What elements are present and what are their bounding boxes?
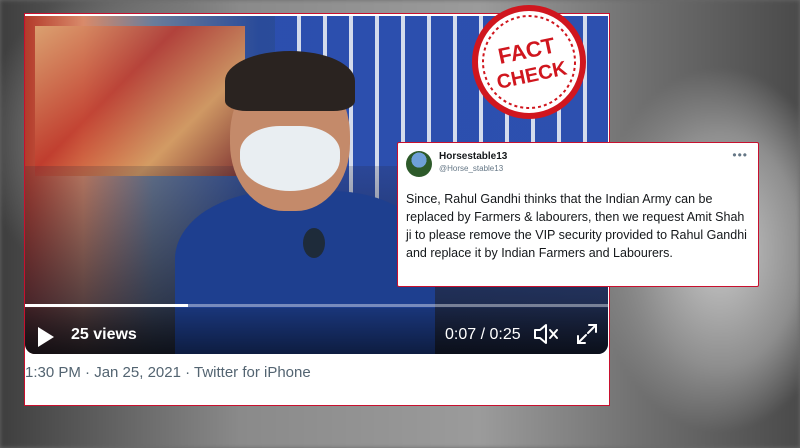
video-progress-fill (25, 304, 189, 307)
speaker-mask (240, 126, 340, 191)
speaker-hair (225, 51, 355, 111)
user-handle[interactable]: @Horse_stable13 (439, 164, 503, 173)
tweet-text: Since, Rahul Gandhi thinks that the Indi… (406, 192, 747, 260)
quoted-tweet-card[interactable]: Horsestable13 @Horse_stable13 ••• Since,… (397, 142, 759, 287)
fact-check-stamp: FACT CHECK (472, 5, 586, 119)
microphone (303, 228, 325, 258)
avatar[interactable] (406, 151, 432, 177)
play-icon[interactable] (38, 327, 54, 347)
display-name[interactable]: Horsestable13 (439, 151, 507, 162)
fullscreen-icon[interactable] (575, 322, 599, 346)
video-progress-bar[interactable] (25, 304, 608, 307)
more-icon[interactable]: ••• (732, 148, 748, 162)
video-backdrop-art (35, 26, 245, 176)
video-controls: 25 views 0:07 / 0:25 (25, 308, 608, 354)
volume-icon[interactable] (533, 322, 559, 346)
view-count: 25 views (71, 326, 137, 343)
time-readout: 0:07 / 0:25 (445, 326, 521, 343)
tweet-timestamp[interactable]: 1:30 PM · Jan 25, 2021 · Twitter for iPh… (25, 364, 311, 381)
